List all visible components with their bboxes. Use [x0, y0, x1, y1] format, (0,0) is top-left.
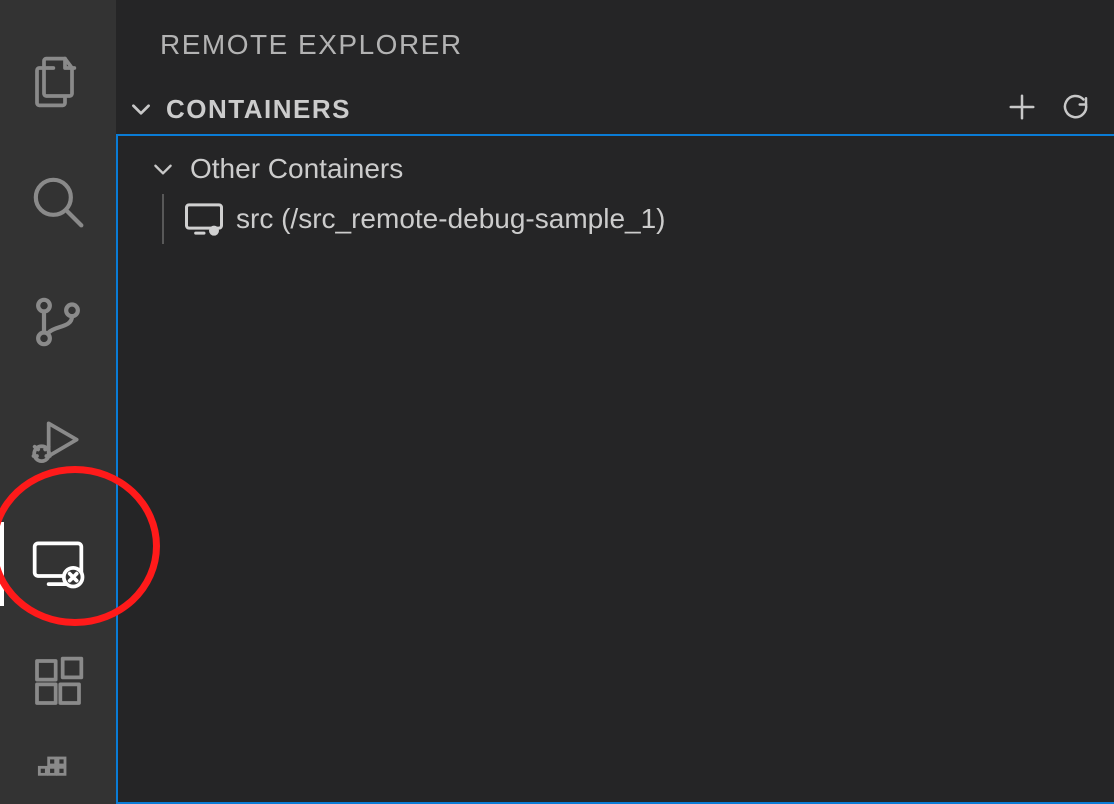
tree-item-container[interactable]: src (/src_remote-debug-sample_1)	[118, 194, 1114, 244]
tree-guide	[162, 194, 164, 244]
refresh-icon	[1061, 92, 1091, 127]
tree-group-label: Other Containers	[190, 153, 403, 185]
activity-more[interactable]	[0, 744, 116, 804]
chevron-down-icon	[126, 94, 156, 124]
search-icon	[30, 174, 86, 235]
chevron-down-icon	[148, 154, 178, 184]
section-header-containers[interactable]: CONTAINERS	[116, 84, 1114, 134]
run-debug-icon	[30, 414, 86, 475]
tree-item-label: src (/src_remote-debug-sample_1)	[236, 203, 666, 235]
files-icon	[30, 54, 86, 115]
remote-explorer-panel: REMOTE EXPLORER CONTAINERS	[116, 0, 1114, 804]
extensions-icon	[30, 654, 86, 715]
activity-extensions[interactable]	[0, 624, 116, 744]
docker-icon	[30, 744, 86, 804]
tree-group-other-containers[interactable]: Other Containers	[118, 144, 1114, 194]
section-label: CONTAINERS	[166, 94, 351, 125]
plus-icon	[1007, 92, 1037, 127]
activity-remote-explorer[interactable]	[0, 504, 116, 624]
container-running-icon	[182, 199, 226, 239]
panel-title: REMOTE EXPLORER	[116, 6, 1114, 84]
containers-tree: Other Containers src (/src_remote-debug-…	[116, 134, 1114, 804]
refresh-button[interactable]	[1054, 87, 1098, 131]
activity-run-debug[interactable]	[0, 384, 116, 504]
activity-explorer[interactable]	[0, 24, 116, 144]
remote-explorer-icon	[30, 534, 86, 595]
branch-icon	[30, 294, 86, 355]
activity-bar	[0, 0, 116, 804]
add-button[interactable]	[1000, 87, 1044, 131]
activity-source-control[interactable]	[0, 264, 116, 384]
activity-search[interactable]	[0, 144, 116, 264]
